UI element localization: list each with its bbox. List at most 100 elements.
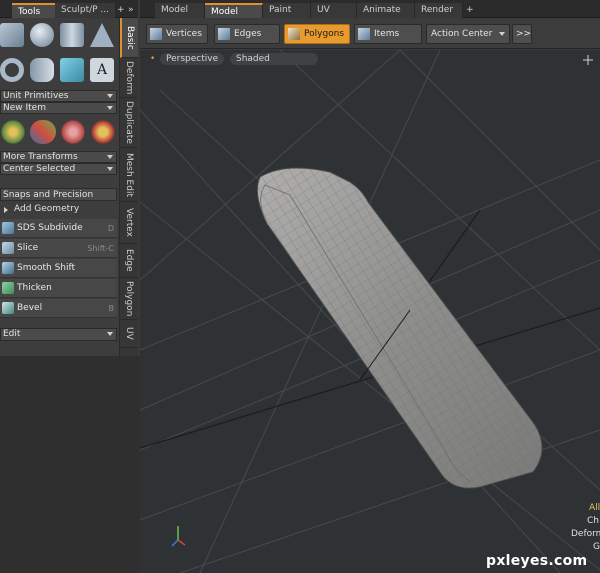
- thicken-icon: [2, 282, 14, 294]
- vtab-label: Mesh Edit: [124, 152, 134, 197]
- tab-label: Model: [161, 5, 189, 15]
- polygons-icon: [288, 28, 300, 40]
- items-button[interactable]: Items: [354, 24, 422, 44]
- tool-sds-subdivide[interactable]: SDS Subdivide D: [0, 219, 117, 238]
- left-tab-strip: Tools Sculpt/P ... + »: [0, 0, 138, 18]
- perspective-label: Perspective: [166, 54, 219, 64]
- capsule-icon[interactable]: [30, 58, 54, 82]
- add-geometry-header[interactable]: Add Geometry: [0, 203, 117, 216]
- tool-label: SDS Subdivide: [17, 223, 83, 233]
- items-label: Items: [374, 29, 400, 39]
- text-icon[interactable]: A: [90, 58, 114, 82]
- vtab-duplicate[interactable]: Duplicate: [120, 98, 138, 148]
- vtab-mesh-edit[interactable]: Mesh Edit: [120, 148, 138, 202]
- more-tools-button[interactable]: >>: [512, 24, 532, 44]
- axis-gizmo-icon: [171, 526, 186, 547]
- items-icon: [358, 28, 370, 40]
- polygons-button[interactable]: Polygons: [284, 24, 350, 44]
- tab-sculpt[interactable]: Sculpt/P ...: [55, 3, 115, 18]
- tool-label: Smooth Shift: [17, 263, 76, 273]
- move-view-icon: [583, 55, 593, 65]
- chevron-down-icon: [107, 94, 113, 98]
- status-line-1: All: [589, 503, 600, 513]
- perspective-view-button[interactable]: Perspective: [160, 53, 225, 65]
- tab-model-quad[interactable]: Model Quad: [205, 3, 263, 32]
- vtab-label: Polygon: [124, 280, 134, 317]
- scale-icon[interactable]: [60, 120, 86, 144]
- tool-slice[interactable]: Slice Shift-C: [0, 239, 117, 258]
- tool-thicken[interactable]: Thicken: [0, 279, 117, 298]
- tab-label: UV: [317, 5, 330, 15]
- tab-tools-label: Tools: [18, 7, 41, 17]
- viewport-3d[interactable]: [140, 50, 600, 573]
- vtab-label: Vertex: [124, 208, 134, 237]
- cube-icon[interactable]: [0, 23, 24, 47]
- vtab-label: Duplicate: [124, 101, 134, 144]
- edit-dropdown[interactable]: Edit: [0, 328, 117, 341]
- snaps-precision-button[interactable]: Snaps and Precision: [0, 188, 117, 201]
- vtab-deform[interactable]: Deform: [120, 58, 138, 98]
- tool-smooth-shift[interactable]: Smooth Shift: [0, 259, 117, 278]
- rotate-icon[interactable]: [30, 120, 56, 144]
- slice-icon: [2, 242, 14, 254]
- tools-panel: A Unit Primitives New Item More Transfor…: [0, 18, 119, 356]
- tool-label: Slice: [17, 243, 39, 253]
- tab-uv[interactable]: UV: [311, 3, 357, 18]
- watermark-text: pxleyes.com: [486, 553, 588, 569]
- torus-icon[interactable]: [0, 58, 24, 82]
- edges-button[interactable]: Edges: [214, 24, 280, 44]
- shading-mode-button[interactable]: Shaded: [230, 53, 318, 65]
- tab-tools[interactable]: Tools: [12, 3, 55, 18]
- add-tab-button[interactable]: +: [115, 3, 126, 18]
- vtab-edge[interactable]: Edge: [120, 244, 138, 278]
- tab-model[interactable]: Model: [155, 3, 205, 18]
- chevron-right-icon: [4, 207, 8, 213]
- shortcut-label: Shift-C: [87, 244, 114, 253]
- sphere-icon[interactable]: [30, 23, 54, 47]
- tool-properties-area: [0, 356, 140, 573]
- mesh-object[interactable]: [256, 167, 543, 489]
- more-transforms-dropdown[interactable]: More Transforms: [0, 151, 117, 163]
- more-transforms-label: More Transforms: [3, 152, 78, 162]
- vtab-vertex[interactable]: Vertex: [120, 202, 138, 244]
- new-item-dropdown[interactable]: New Item: [0, 102, 117, 114]
- vtab-label: Edge: [124, 249, 134, 272]
- tab-label: Animate: [363, 5, 401, 15]
- pen-icon[interactable]: [60, 58, 84, 82]
- tool-bevel[interactable]: Bevel B: [0, 299, 117, 318]
- viewport-menu-dot[interactable]: •: [148, 53, 157, 65]
- vtab-polygon[interactable]: Polygon: [120, 278, 138, 320]
- layout-tab-strip: Model Model Quad Paint UV Animate Render…: [140, 0, 600, 32]
- center-selected-label: Center Selected: [3, 164, 76, 174]
- vtab-label: UV: [124, 327, 134, 340]
- shortcut-label: B: [108, 304, 115, 313]
- chevron-down-icon: [107, 155, 113, 159]
- cylinder-icon[interactable]: [60, 23, 84, 47]
- status-line-2: Ch: [587, 516, 599, 526]
- transform-icon[interactable]: [90, 120, 116, 144]
- selection-toolbar: Vertices Edges Polygons Items Action Cen…: [140, 19, 600, 49]
- vertices-button[interactable]: Vertices: [146, 24, 208, 44]
- status-line-4: G: [593, 542, 600, 552]
- tab-render[interactable]: Render: [415, 3, 463, 18]
- vtab-uv[interactable]: UV: [120, 320, 138, 348]
- cone-icon[interactable]: [90, 23, 114, 47]
- tab-paint[interactable]: Paint: [263, 3, 311, 18]
- bevel-icon: [2, 302, 14, 314]
- move-icon[interactable]: [0, 120, 26, 144]
- vtab-basic[interactable]: Basic: [120, 18, 138, 58]
- tab-animate[interactable]: Animate: [357, 3, 415, 18]
- more-tabs-button[interactable]: »: [126, 3, 138, 18]
- status-line-3: Deform: [571, 529, 600, 539]
- smooth-shift-icon: [2, 262, 14, 274]
- add-tab-label: +: [117, 5, 125, 15]
- polygons-label: Polygons: [304, 29, 345, 39]
- center-selected-dropdown[interactable]: Center Selected: [0, 163, 117, 175]
- unit-primitives-dropdown[interactable]: Unit Primitives: [0, 90, 117, 102]
- action-center-dropdown[interactable]: Action Center: [426, 24, 510, 44]
- add-layout-button[interactable]: +: [463, 3, 477, 18]
- more-tabs-label: »: [128, 5, 134, 15]
- vtab-label: Deform: [124, 60, 134, 95]
- vtab-label: Basic: [125, 25, 135, 50]
- tab-label: Paint: [269, 5, 292, 15]
